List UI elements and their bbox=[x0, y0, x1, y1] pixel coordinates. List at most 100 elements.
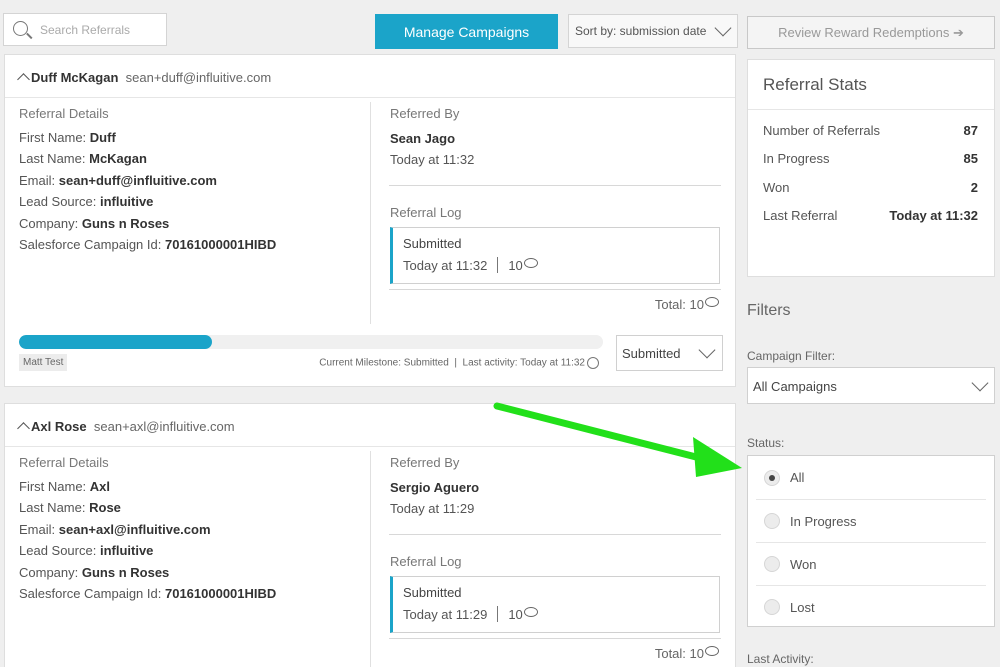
coins-icon bbox=[705, 646, 719, 656]
chevron-down-icon bbox=[714, 19, 732, 37]
manage-campaigns-button[interactable]: Manage Campaigns bbox=[375, 14, 558, 49]
column-divider bbox=[370, 451, 371, 667]
company-label: Company: bbox=[19, 215, 79, 231]
email-label: Email: bbox=[19, 521, 56, 537]
email-label: Email: bbox=[19, 172, 56, 188]
first-name-value: Axl bbox=[89, 479, 111, 494]
coins-icon bbox=[523, 607, 538, 617]
stat-row: Last Referral Today at 11:32 bbox=[763, 208, 978, 223]
email-value: sean+duff@influitive.com bbox=[58, 172, 217, 188]
referrer-name: Sergio Aguero bbox=[390, 480, 480, 495]
log-status: Submitted bbox=[403, 585, 462, 600]
first-name-label: First Name: bbox=[19, 130, 87, 145]
chevron-down-icon bbox=[971, 374, 989, 392]
log-points: 10 bbox=[508, 257, 523, 273]
sfid-value: 70161000001HIBD bbox=[164, 237, 277, 253]
lead-source-label: Lead Source: bbox=[19, 194, 97, 210]
divider bbox=[748, 109, 994, 110]
status-option-won[interactable]: Won bbox=[756, 542, 986, 585]
sfid-label: Salesforce Campaign Id: bbox=[19, 586, 162, 602]
status-filter-label: Status: bbox=[747, 436, 785, 450]
company-value: Guns n Roses bbox=[81, 215, 170, 231]
referral-name: Axl Rose bbox=[31, 419, 87, 434]
milestone-info: Current Milestone: Submitted | Last acti… bbox=[319, 357, 599, 369]
status-option-all[interactable]: All bbox=[756, 456, 986, 499]
filters-title: Filters bbox=[747, 302, 791, 319]
last-name-label: Last Name: bbox=[19, 500, 86, 516]
referral-log-entry: Submitted Today at 11:29 10 bbox=[390, 576, 720, 633]
divider bbox=[389, 638, 721, 639]
log-points: 10 bbox=[508, 606, 523, 622]
chevron-down-icon bbox=[698, 341, 716, 359]
radio-button[interactable] bbox=[764, 513, 780, 529]
referral-card: Axl Rose sean+axl@influitive.com Referra… bbox=[4, 403, 736, 667]
campaign-filter-select[interactable]: All Campaigns bbox=[747, 367, 995, 404]
search-input[interactable] bbox=[40, 20, 160, 40]
campaign-filter-label: Campaign Filter: bbox=[747, 349, 836, 363]
sfid-value: 70161000001HIBD bbox=[164, 586, 277, 602]
divider bbox=[5, 446, 735, 447]
status-filter-group: All In Progress Won Lost bbox=[747, 455, 995, 627]
log-time: Today at 11:29 bbox=[403, 606, 488, 622]
search-box[interactable] bbox=[3, 13, 167, 46]
referral-stats-panel: Referral Stats Number of Referrals 87 In … bbox=[747, 59, 995, 277]
email-value: sean+axl@influitive.com bbox=[58, 521, 211, 537]
referral-log-entry: Submitted Today at 11:32 10 bbox=[390, 227, 720, 284]
collapse-icon[interactable] bbox=[17, 422, 30, 435]
globe-icon bbox=[587, 357, 599, 369]
status-option-lost[interactable]: Lost bbox=[756, 585, 986, 628]
search-icon bbox=[13, 21, 28, 36]
points-total: Total: 10 bbox=[655, 297, 719, 312]
radio-button[interactable] bbox=[764, 556, 780, 572]
status-option-in-progress[interactable]: In Progress bbox=[756, 499, 986, 542]
referral-card: Duff McKagan sean+duff@influitive.com Re… bbox=[4, 54, 736, 387]
referred-by: Referred By Sean Jago Today at 11:32 bbox=[390, 106, 474, 167]
divider bbox=[5, 97, 735, 98]
status-select[interactable]: Submitted bbox=[616, 335, 723, 371]
referral-header[interactable]: Duff McKagan sean+duff@influitive.com bbox=[17, 70, 271, 86]
status-select-value: Submitted bbox=[622, 346, 681, 361]
referral-details: Referral Details First Name: Duff Last N… bbox=[19, 106, 276, 255]
last-name-value: McKagan bbox=[89, 151, 147, 167]
last-name-label: Last Name: bbox=[19, 151, 86, 167]
points-total: Total: 10 bbox=[655, 646, 719, 661]
stat-row: Won 2 bbox=[763, 180, 978, 195]
last-activity-label: Last Activity: bbox=[747, 652, 814, 666]
referral-email: sean+axl@influitive.com bbox=[93, 419, 235, 434]
referred-time: Today at 11:29 bbox=[390, 501, 475, 516]
referral-name: Duff McKagan bbox=[31, 70, 119, 85]
referral-header[interactable]: Axl Rose sean+axl@influitive.com bbox=[17, 419, 235, 435]
divider bbox=[389, 289, 721, 290]
review-reward-redemptions-button[interactable]: Review Reward Redemptions ➔ bbox=[747, 16, 995, 49]
referred-by-heading: Referred By bbox=[390, 455, 460, 470]
sort-dropdown[interactable]: Sort by: submission date bbox=[568, 14, 738, 48]
first-name-label: First Name: bbox=[19, 479, 87, 494]
referral-log-heading: Referral Log bbox=[390, 554, 462, 569]
log-status: Submitted bbox=[403, 236, 462, 251]
divider bbox=[389, 534, 721, 535]
details-heading: Referral Details bbox=[19, 106, 109, 121]
referred-by-heading: Referred By bbox=[390, 106, 460, 121]
log-time: Today at 11:32 bbox=[403, 257, 488, 273]
lead-source-label: Lead Source: bbox=[19, 543, 97, 559]
company-label: Company: bbox=[19, 564, 79, 580]
referral-log-heading: Referral Log bbox=[390, 205, 462, 220]
details-heading: Referral Details bbox=[19, 455, 109, 470]
campaign-filter-value: All Campaigns bbox=[753, 379, 837, 394]
divider bbox=[389, 185, 721, 186]
radio-button[interactable] bbox=[764, 599, 780, 615]
sort-label: Sort by: submission date bbox=[575, 24, 707, 38]
stat-row: Number of Referrals 87 bbox=[763, 123, 978, 138]
collapse-icon[interactable] bbox=[17, 73, 30, 86]
referral-details: Referral Details First Name: Axl Last Na… bbox=[19, 455, 276, 604]
stat-row: In Progress 85 bbox=[763, 151, 978, 166]
last-name-value: Rose bbox=[89, 500, 121, 516]
progress-fill bbox=[19, 335, 212, 349]
lead-source-value: influitive bbox=[99, 194, 154, 210]
company-value: Guns n Roses bbox=[81, 564, 170, 580]
first-name-value: Duff bbox=[89, 130, 116, 145]
sfid-label: Salesforce Campaign Id: bbox=[19, 237, 162, 253]
radio-button[interactable] bbox=[764, 469, 780, 486]
stats-title: Referral Stats bbox=[763, 75, 867, 94]
column-divider bbox=[370, 102, 371, 324]
